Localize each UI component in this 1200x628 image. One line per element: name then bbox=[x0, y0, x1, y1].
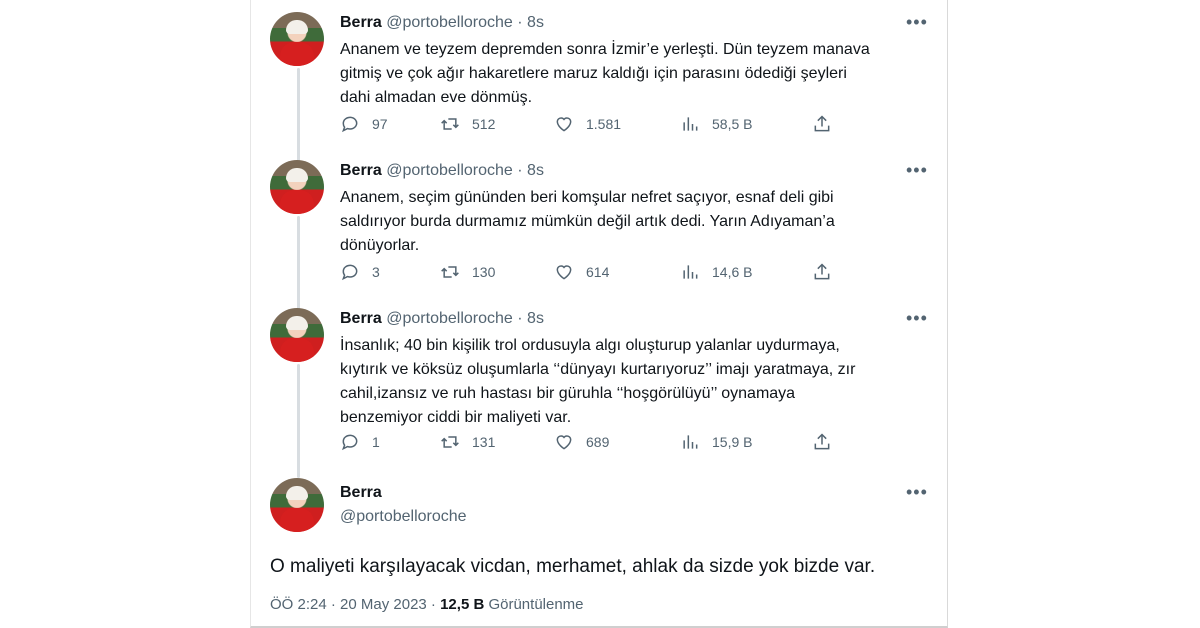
views-icon bbox=[683, 265, 698, 279]
focused-tweet[interactable]: Berra @portobelloroche ••• O maliyeti ka… bbox=[270, 478, 940, 618]
avatar[interactable] bbox=[270, 160, 324, 214]
like-count: 614 bbox=[586, 264, 610, 280]
tweet-text: Ananem ve teyzem depremden sonra İzmir’e… bbox=[340, 41, 870, 106]
retweet-button[interactable]: 130 bbox=[440, 262, 495, 282]
views-icon bbox=[683, 435, 698, 449]
author-name[interactable]: Berra bbox=[340, 484, 382, 502]
tweet-text: İnsanlık; 40 bin kişilik trol ordusuyla … bbox=[340, 337, 856, 426]
author-name[interactable]: Berra bbox=[340, 14, 382, 31]
views-button[interactable]: 58,5 B bbox=[680, 114, 752, 134]
reply-count: 97 bbox=[372, 116, 388, 132]
author-name[interactable]: Berra bbox=[340, 162, 382, 179]
retweet-icon bbox=[441, 266, 459, 278]
tweet-time[interactable]: 8s bbox=[527, 310, 544, 327]
views-label: Görüntülenme bbox=[484, 596, 584, 613]
retweet-button[interactable]: 512 bbox=[440, 114, 495, 134]
reply-icon bbox=[341, 434, 358, 451]
avatar[interactable] bbox=[270, 12, 324, 66]
more-options-icon[interactable]: ••• bbox=[906, 308, 928, 329]
reply-count: 3 bbox=[372, 264, 380, 280]
reply-button[interactable]: 1 bbox=[340, 432, 380, 452]
retweet-count: 131 bbox=[472, 434, 496, 450]
like-count: 1.581 bbox=[586, 116, 622, 132]
more-options-icon[interactable]: ••• bbox=[906, 160, 928, 181]
views-count: 14,6 B bbox=[712, 264, 753, 280]
like-button[interactable]: 614 bbox=[554, 262, 609, 282]
author-handle[interactable]: @portobelloroche bbox=[386, 162, 513, 179]
reply-count: 1 bbox=[372, 434, 380, 450]
retweet-button[interactable]: 131 bbox=[440, 432, 495, 452]
tweet-header: Berra @portobelloroche · 8s bbox=[340, 162, 544, 179]
share-button[interactable] bbox=[812, 114, 832, 134]
reply-button[interactable]: 3 bbox=[340, 262, 380, 282]
author-name[interactable]: Berra bbox=[340, 310, 382, 327]
retweet-icon bbox=[441, 118, 459, 130]
tweet-time[interactable]: 8s bbox=[527, 162, 544, 179]
tweet-text: Ananem, seçim gününden beri komşular nef… bbox=[340, 189, 835, 254]
tweet[interactable]: Berra @portobelloroche · 8s ••• İnsanlık… bbox=[270, 308, 940, 468]
avatar[interactable] bbox=[270, 478, 324, 532]
tweet-text: O maliyeti karşılayacak vicdan, merhamet… bbox=[270, 556, 876, 577]
like-icon bbox=[556, 435, 572, 450]
like-button[interactable]: 1.581 bbox=[554, 114, 621, 134]
more-options-icon[interactable]: ••• bbox=[906, 482, 928, 503]
like-icon bbox=[556, 117, 572, 132]
tweet-time[interactable]: 8s bbox=[527, 14, 544, 31]
reply-icon bbox=[341, 264, 358, 281]
views-button[interactable]: 15,9 B bbox=[680, 432, 752, 452]
share-button[interactable] bbox=[812, 432, 832, 452]
author-handle[interactable]: @portobelloroche bbox=[386, 310, 513, 327]
reply-icon bbox=[341, 116, 358, 133]
tweet-header: Berra @portobelloroche · 8s bbox=[340, 14, 544, 31]
views-count: 12,5 B bbox=[440, 596, 485, 613]
avatar[interactable] bbox=[270, 308, 324, 362]
author-handle[interactable]: @portobelloroche bbox=[340, 508, 467, 526]
like-button[interactable]: 689 bbox=[554, 432, 609, 452]
views-count: 15,9 B bbox=[712, 434, 753, 450]
views-button[interactable]: 14,6 B bbox=[680, 262, 752, 282]
views-count: 58,5 B bbox=[712, 116, 753, 132]
like-icon bbox=[556, 265, 572, 280]
share-icon bbox=[814, 433, 830, 450]
share-icon bbox=[814, 115, 830, 132]
share-icon bbox=[814, 263, 830, 280]
retweet-count: 512 bbox=[472, 116, 496, 132]
tweet-header: Berra @portobelloroche · 8s bbox=[340, 310, 544, 327]
like-count: 689 bbox=[586, 434, 610, 450]
retweet-icon bbox=[441, 436, 459, 448]
author-handle[interactable]: @portobelloroche bbox=[386, 14, 513, 31]
share-button[interactable] bbox=[812, 262, 832, 282]
retweet-count: 130 bbox=[472, 264, 496, 280]
reply-button[interactable]: 97 bbox=[340, 114, 388, 134]
more-options-icon[interactable]: ••• bbox=[906, 12, 928, 33]
tweet[interactable]: Berra @portobelloroche · 8s ••• Ananem v… bbox=[270, 12, 940, 152]
tweet[interactable]: Berra @portobelloroche · 8s ••• Ananem, … bbox=[270, 160, 940, 300]
tweet-timestamp[interactable]: ÖÖ 2:24 · 20 May 2023 · bbox=[270, 596, 440, 613]
tweet-meta: ÖÖ 2:24 · 20 May 2023 · 12,5 B Görüntüle… bbox=[270, 596, 584, 613]
views-icon bbox=[683, 117, 698, 131]
